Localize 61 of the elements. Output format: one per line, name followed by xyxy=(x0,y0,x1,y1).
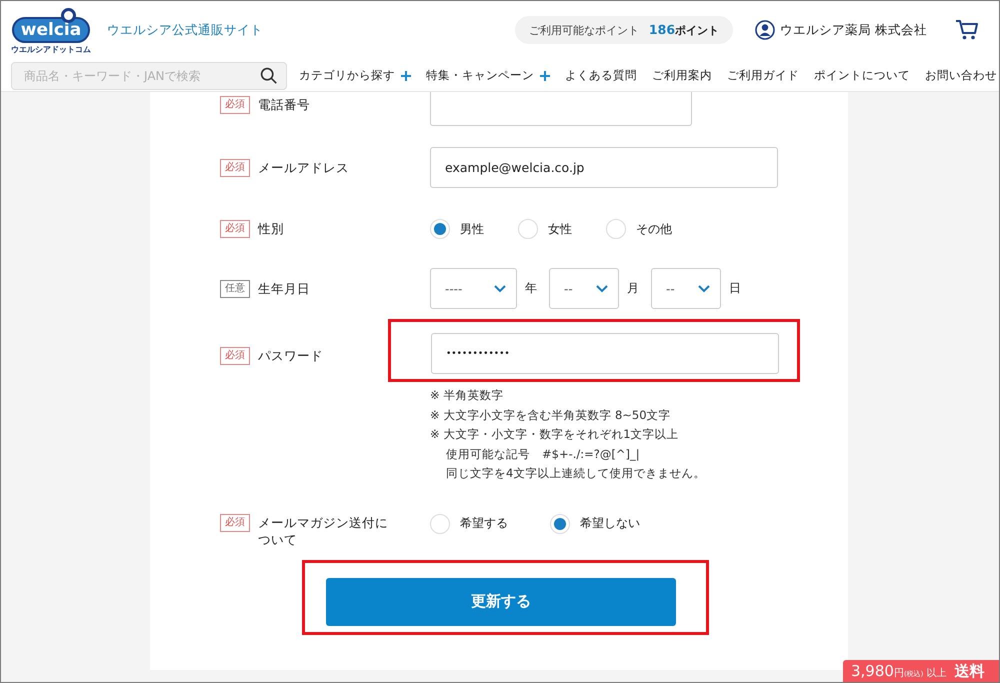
chevron-down-icon xyxy=(494,284,506,292)
user-icon[interactable] xyxy=(755,20,776,40)
hint-text: ※ 大文字・小文字・数字をそれぞれ1文字以上 xyxy=(430,426,680,443)
select-field[interactable]: -- xyxy=(651,268,721,309)
unit-label: 年 xyxy=(525,280,537,297)
select-field[interactable]: ---- xyxy=(430,268,517,309)
field-tag: 必須 xyxy=(220,96,250,114)
nav-link[interactable]: ご利用ガイド xyxy=(727,68,799,83)
radio-button[interactable] xyxy=(430,219,450,239)
radio-button[interactable] xyxy=(430,514,450,534)
nav-link[interactable]: ご利用案内 xyxy=(652,68,712,83)
promo-label: 送料 xyxy=(954,662,985,680)
nav-link[interactable]: よくある質問 xyxy=(565,68,637,83)
hint-text: ※ 半角英数字 xyxy=(430,387,504,404)
field-tag: 必須 xyxy=(220,158,250,176)
cart-icon[interactable] xyxy=(955,19,979,41)
update-button[interactable]: 更新する xyxy=(326,578,676,626)
field-tag: 必須 xyxy=(220,347,250,365)
radio-button[interactable] xyxy=(550,514,570,534)
unit-label: 月 xyxy=(627,280,639,297)
field-tag: 任意 xyxy=(220,280,250,298)
logo-wordmark: welcia xyxy=(12,17,90,43)
nav-link[interactable]: カテゴリから探す xyxy=(299,68,411,83)
input-field[interactable]: example@welcia.co.jp xyxy=(430,147,778,188)
field-tag: 必須 xyxy=(220,220,250,238)
chevron-down-icon xyxy=(596,284,608,292)
option-label: 女性 xyxy=(548,220,572,238)
input-field[interactable] xyxy=(430,92,692,126)
option-label: 男性 xyxy=(460,220,484,238)
plus-icon xyxy=(401,70,411,80)
field-label: メールアドレス xyxy=(258,158,350,176)
points-label: ご利用可能なポイント xyxy=(528,22,639,38)
field-label: 生年月日 xyxy=(258,280,311,296)
search-icon[interactable] xyxy=(260,66,278,84)
nav-link[interactable]: ポイントについて xyxy=(814,68,910,83)
field-label: メールマガジン送付について xyxy=(258,514,388,548)
radio-button[interactable] xyxy=(518,219,538,239)
nav-link[interactable]: お問い合わせ xyxy=(925,68,997,83)
nav-link[interactable]: 特集・キャンペーン xyxy=(426,68,550,83)
plus-icon xyxy=(540,70,550,80)
field-tag: 必須 xyxy=(220,514,250,532)
hint-text: 同じ文字を4文字以上連続して使用できません。 xyxy=(445,465,706,482)
field-label: 性別 xyxy=(258,220,285,237)
site-name: ウエルシア公式通販サイト xyxy=(107,22,263,38)
field-label: パスワード xyxy=(258,347,324,364)
points-value: 186ポイント xyxy=(648,22,720,38)
unit-label: 日 xyxy=(729,280,741,297)
chevron-down-icon xyxy=(698,284,710,292)
radio-button[interactable] xyxy=(606,219,626,239)
option-label: 希望しない xyxy=(580,515,640,532)
search-field[interactable]: 商品名・キーワード・JANで検索 xyxy=(11,62,287,90)
logo[interactable]: welcia ウエルシアドットコム xyxy=(11,5,91,55)
input-field[interactable]: •••••••••••• xyxy=(431,333,779,374)
select-field[interactable]: -- xyxy=(549,268,619,309)
hint-text: 使用可能な記号 #$+-./:=?@[^]_| xyxy=(445,446,641,463)
option-label: その他 xyxy=(636,220,672,238)
user-name[interactable]: ウエルシア薬局 株式会社 xyxy=(780,22,927,38)
logo-subtitle: ウエルシアドットコム xyxy=(11,44,91,55)
field-label: 電話番号 xyxy=(258,96,311,113)
hint-text: ※ 大文字小文字を含む半角英数字 8~50文字 xyxy=(430,406,672,424)
option-label: 希望する xyxy=(460,515,508,532)
